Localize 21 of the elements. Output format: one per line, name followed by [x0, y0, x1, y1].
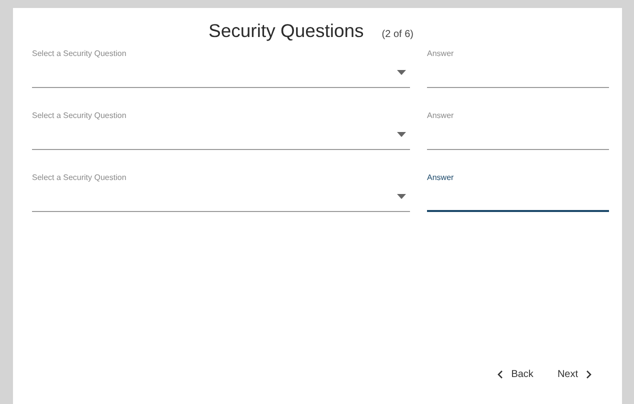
next-button[interactable]: Next	[555, 367, 594, 382]
answer-field[interactable]: Answer	[427, 108, 609, 150]
field-label: Answer	[427, 49, 455, 58]
chevron-right-icon	[586, 370, 592, 379]
caret-icon	[397, 194, 406, 199]
caret-icon	[397, 70, 406, 75]
field-label: Answer	[427, 173, 455, 182]
caret-icon	[397, 132, 406, 137]
question-dropdown[interactable]: Select a Security Question	[32, 46, 410, 88]
step-counter: (2 of 6)	[382, 29, 414, 40]
chevron-left-icon	[497, 370, 504, 379]
back-button[interactable]: Back	[495, 367, 536, 382]
question-dropdown[interactable]: Select a Security Question	[32, 108, 410, 150]
field-label: Select a Security Question	[32, 173, 128, 182]
answer-field[interactable]: Answer	[427, 170, 609, 212]
field-label: Answer	[427, 111, 455, 120]
page-title: Security Questions	[208, 20, 364, 42]
field-label: Select a Security Question	[32, 111, 128, 120]
answer-field[interactable]: Answer	[427, 46, 609, 88]
field-label: Select a Security Question	[32, 49, 128, 58]
question-dropdown[interactable]: Select a Security Question	[32, 170, 410, 212]
